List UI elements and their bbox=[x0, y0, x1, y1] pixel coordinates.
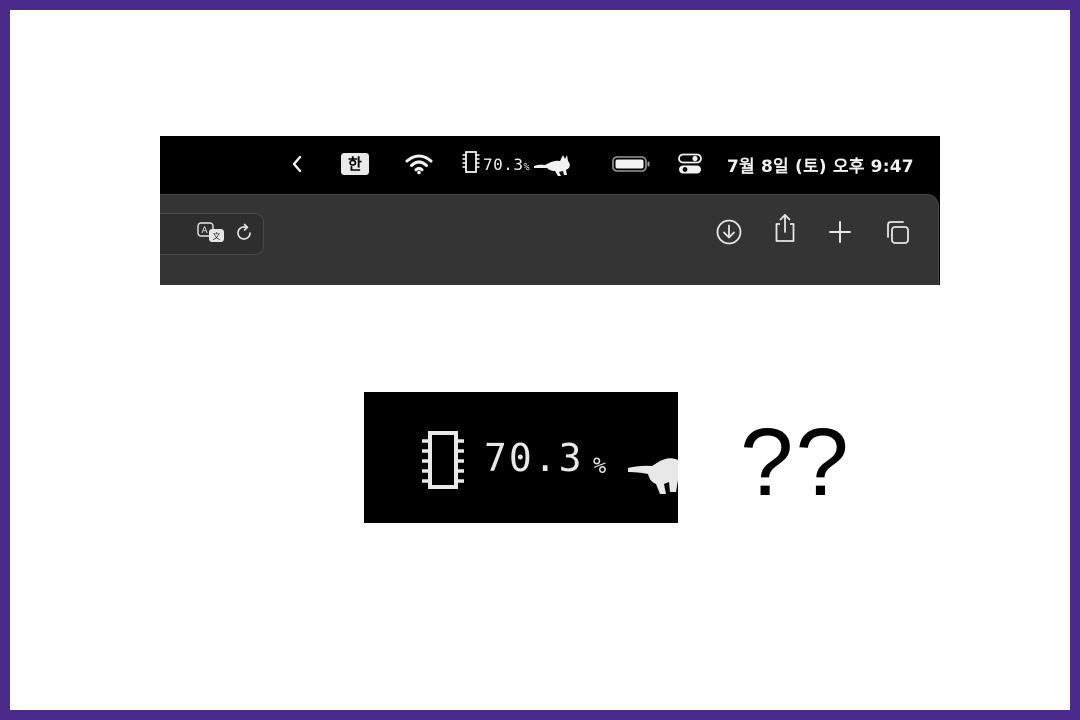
wifi-icon[interactable] bbox=[405, 136, 433, 192]
cpu-usage-value: 70.3 bbox=[484, 436, 584, 480]
browser-toolbar: A 文 bbox=[160, 194, 939, 285]
cpu-usage-unit: % bbox=[593, 454, 607, 479]
runcat-icon bbox=[626, 444, 678, 500]
outer-frame: 한 70.3 % 7월 8일 (토) 오후 9:47 A 文 70.3 % ?? bbox=[0, 0, 1080, 720]
zoomed-cpu-monitor: 70.3 % bbox=[364, 392, 678, 523]
menu-bar: 한 70.3 % 7월 8일 (토) 오후 9:47 bbox=[160, 136, 940, 192]
cpu-usage-unit: % bbox=[523, 161, 530, 173]
cpu-chip-icon bbox=[420, 431, 468, 493]
cpu-chip-icon bbox=[462, 150, 480, 178]
input-method-indicator[interactable]: 한 bbox=[341, 136, 369, 192]
share-icon[interactable] bbox=[770, 213, 800, 243]
input-method-label: 한 bbox=[341, 153, 369, 175]
translate-icon[interactable]: A 文 bbox=[197, 222, 227, 248]
runcat-icon bbox=[533, 151, 573, 177]
question-annotation: ?? bbox=[740, 409, 851, 516]
chevron-left-icon[interactable] bbox=[291, 136, 309, 192]
control-center-icon[interactable] bbox=[678, 136, 702, 192]
reload-icon[interactable] bbox=[235, 223, 255, 247]
browser-screenshot: 한 70.3 % 7월 8일 (토) 오후 9:47 A 文 bbox=[160, 136, 940, 285]
new-tab-icon[interactable] bbox=[825, 217, 855, 247]
cpu-monitor[interactable]: 70.3 % bbox=[462, 136, 573, 192]
address-bar[interactable]: A 文 bbox=[160, 213, 264, 255]
tab-overview-icon[interactable] bbox=[882, 217, 912, 247]
menubar-clock[interactable]: 7월 8일 (토) 오후 9:47 bbox=[727, 136, 914, 192]
battery-icon[interactable] bbox=[612, 136, 652, 192]
cpu-usage-value: 70.3 bbox=[483, 154, 524, 174]
svg-text:A: A bbox=[202, 226, 209, 236]
download-icon[interactable] bbox=[714, 217, 744, 247]
svg-text:文: 文 bbox=[213, 231, 221, 241]
